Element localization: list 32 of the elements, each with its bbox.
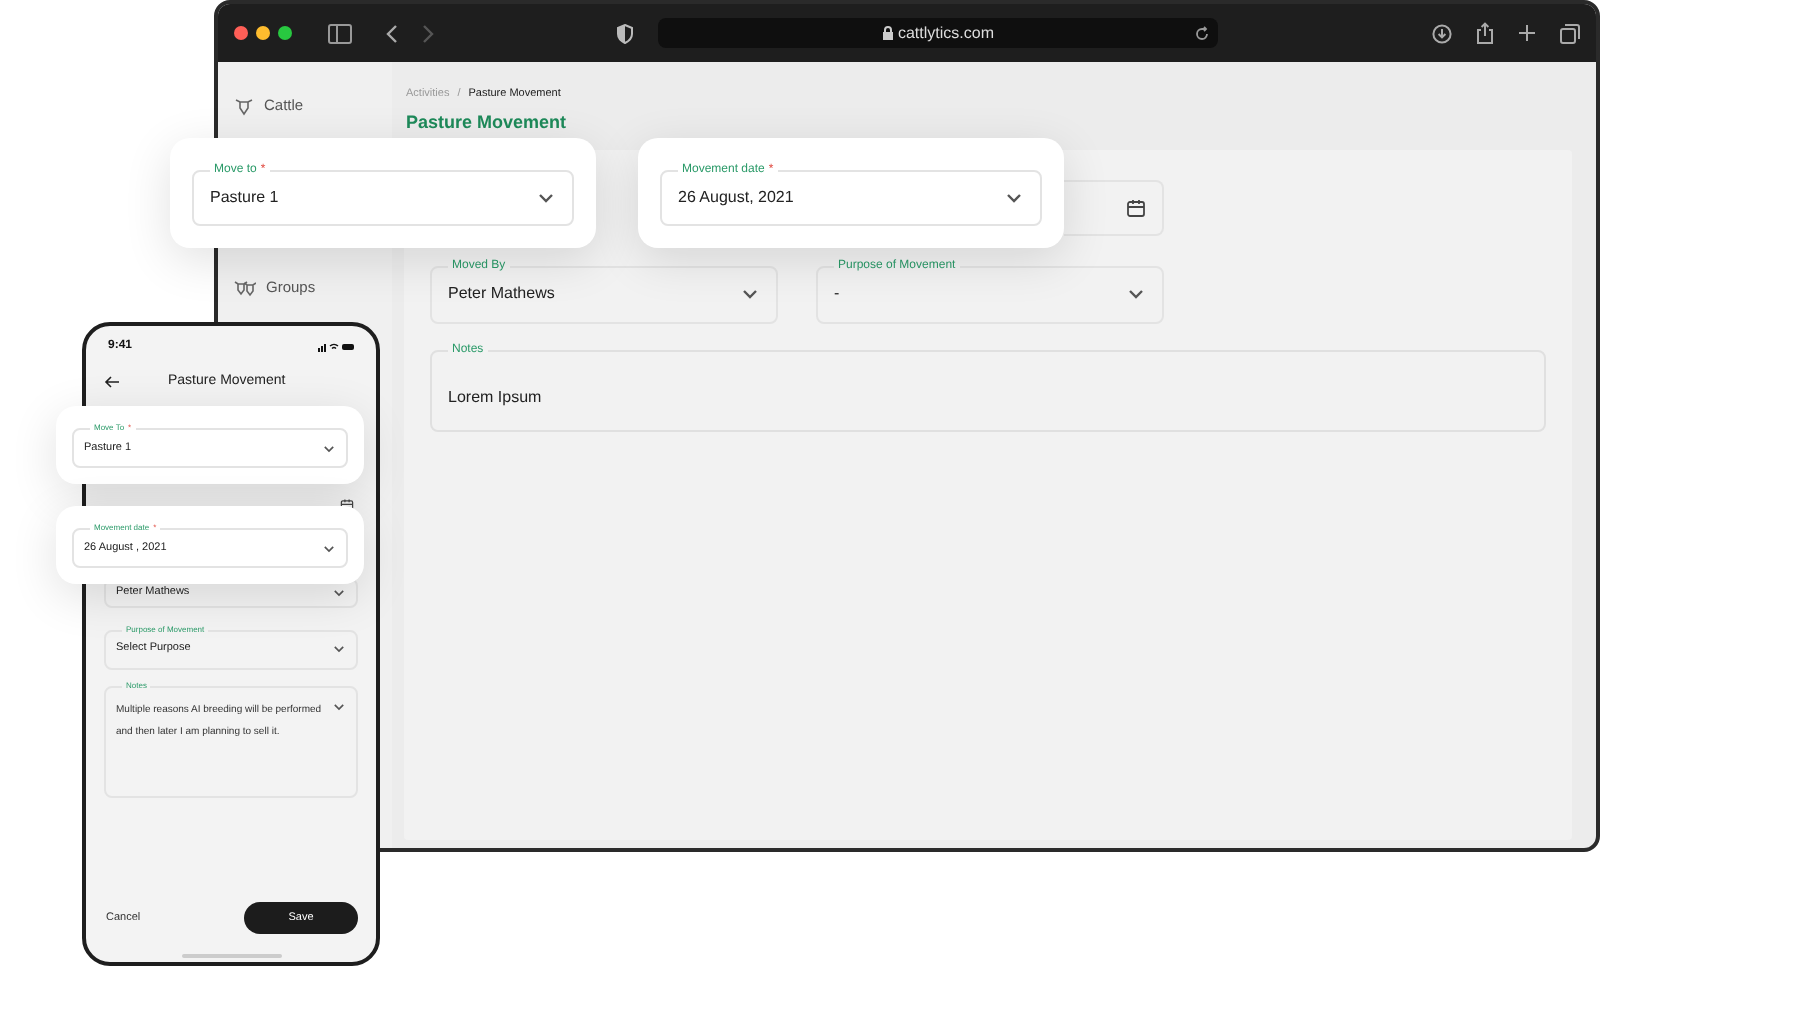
url-text: cattlytics.com [897, 21, 994, 45]
chevron-down-icon [332, 699, 346, 713]
field-value: Pasture 1 [210, 186, 279, 210]
status-icons [318, 342, 354, 352]
field-value: Lorem Ipsum [448, 387, 542, 406]
home-indicator [181, 954, 281, 958]
tabs-icon[interactable] [1560, 23, 1580, 43]
chevron-down-icon [322, 441, 336, 455]
download-icon[interactable] [1432, 23, 1452, 43]
back-icon[interactable] [384, 23, 400, 43]
chevron-down-icon [332, 642, 346, 656]
chevron-down-icon [332, 585, 346, 599]
page-title: Pasture Movement [404, 110, 569, 137]
plus-icon[interactable] [1518, 24, 1536, 42]
sidebar-icon[interactable] [328, 23, 352, 43]
field-value: 26 August, 2021 [678, 186, 794, 210]
date-field[interactable] [1064, 179, 1164, 236]
reload-icon[interactable] [1194, 25, 1210, 41]
cows-icon [234, 277, 256, 298]
calendar-icon [1126, 197, 1146, 218]
shield-icon[interactable] [616, 23, 634, 43]
chevron-down-icon [322, 541, 336, 555]
field-value: Peter Mathews [448, 282, 555, 307]
field-value: - [834, 282, 840, 307]
lock-icon [881, 26, 894, 40]
address-bar[interactable]: cattlytics.com [658, 18, 1218, 48]
cow-icon [234, 95, 254, 116]
back-arrow-icon[interactable] [104, 376, 120, 389]
share-icon[interactable] [1476, 22, 1494, 44]
calendar-icon [340, 497, 354, 511]
chevron-down-icon [536, 188, 556, 208]
chevron-down-icon [1004, 188, 1024, 208]
